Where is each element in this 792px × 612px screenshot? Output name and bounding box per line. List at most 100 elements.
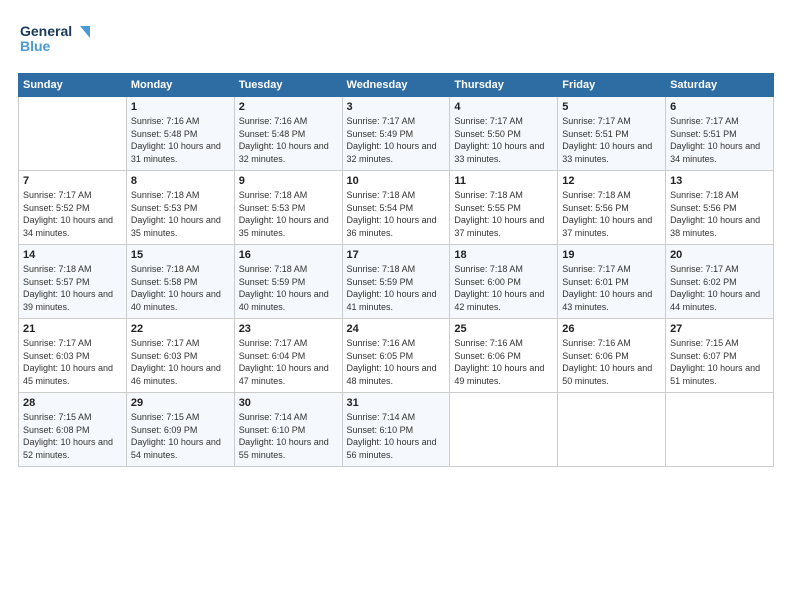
day-info: Sunrise: 7:18 AMSunset: 5:54 PMDaylight:… [347,189,446,239]
day-info: Sunrise: 7:16 AMSunset: 6:06 PMDaylight:… [562,337,661,387]
day-info: Sunrise: 7:14 AMSunset: 6:10 PMDaylight:… [347,411,446,461]
day-number: 20 [670,249,769,261]
day-cell: 21 Sunrise: 7:17 AMSunset: 6:03 PMDayligh… [19,319,127,393]
day-number: 10 [347,175,446,187]
calendar-table: SundayMondayTuesdayWednesdayThursdayFrid… [18,73,774,467]
day-cell: 6 Sunrise: 7:17 AMSunset: 5:51 PMDaylight… [666,97,774,171]
day-cell [450,393,558,467]
day-info: Sunrise: 7:15 AMSunset: 6:08 PMDaylight:… [23,411,122,461]
weekday-header-friday: Friday [558,74,666,97]
day-cell: 1Sunrise: 7:16 AMSunset: 5:48 PMDaylight… [126,97,234,171]
day-cell [558,393,666,467]
day-info: Sunrise: 7:15 AMSunset: 6:07 PMDaylight:… [670,337,769,387]
day-number: 5 [562,101,661,113]
day-number: 19 [562,249,661,261]
day-info: Sunrise: 7:17 AMSunset: 6:04 PMDaylight:… [239,337,338,387]
day-number: 8 [131,175,230,187]
day-cell: 10 Sunrise: 7:18 AMSunset: 5:54 PMDayligh… [342,171,450,245]
day-info: Sunrise: 7:17 AMSunset: 6:03 PMDaylight:… [131,337,230,387]
day-info: Sunrise: 7:17 AMSunset: 5:51 PMDaylight:… [562,115,661,165]
day-cell: 20 Sunrise: 7:17 AMSunset: 6:02 PMDayligh… [666,245,774,319]
day-number: 18 [454,249,553,261]
day-cell: 22 Sunrise: 7:17 AMSunset: 6:03 PMDayligh… [126,319,234,393]
day-info: Sunrise: 7:17 AMSunset: 6:02 PMDaylight:… [670,263,769,313]
weekday-header-wednesday: Wednesday [342,74,450,97]
day-number: 30 [239,397,338,409]
day-info: Sunrise: 7:18 AMSunset: 5:59 PMDaylight:… [347,263,446,313]
day-cell: 13 Sunrise: 7:18 AMSunset: 5:56 PMDayligh… [666,171,774,245]
week-row-5: 28Sunrise: 7:15 AMSunset: 6:08 PMDayligh… [19,393,774,467]
day-cell: 3Sunrise: 7:17 AMSunset: 5:49 PMDaylight… [342,97,450,171]
day-info: Sunrise: 7:16 AMSunset: 6:05 PMDaylight:… [347,337,446,387]
day-cell: 29Sunrise: 7:15 AMSunset: 6:09 PMDayligh… [126,393,234,467]
day-cell [666,393,774,467]
day-info: Sunrise: 7:17 AMSunset: 6:01 PMDaylight:… [562,263,661,313]
day-info: Sunrise: 7:18 AMSunset: 5:55 PMDaylight:… [454,189,553,239]
day-cell: 9Sunrise: 7:18 AMSunset: 5:53 PMDaylight… [234,171,342,245]
day-info: Sunrise: 7:18 AMSunset: 5:59 PMDaylight:… [239,263,338,313]
week-row-1: 1Sunrise: 7:16 AMSunset: 5:48 PMDaylight… [19,97,774,171]
calendar-container: General Blue SundayMondayTuesdayWednesda… [0,0,792,612]
day-cell: 25Sunrise: 7:16 AMSunset: 6:06 PMDayligh… [450,319,558,393]
day-cell: 18 Sunrise: 7:18 AMSunset: 6:00 PMDayligh… [450,245,558,319]
day-cell: 23 Sunrise: 7:17 AMSunset: 6:04 PMDayligh… [234,319,342,393]
day-number: 4 [454,101,553,113]
day-number: 16 [239,249,338,261]
day-number: 31 [347,397,446,409]
weekday-header-monday: Monday [126,74,234,97]
day-cell: 31 Sunrise: 7:14 AMSunset: 6:10 PMDayligh… [342,393,450,467]
weekday-header-thursday: Thursday [450,74,558,97]
logo-icon: General Blue [18,18,108,58]
day-info: Sunrise: 7:18 AMSunset: 5:56 PMDaylight:… [562,189,661,239]
day-number: 14 [23,249,122,261]
day-info: Sunrise: 7:17 AMSunset: 5:50 PMDaylight:… [454,115,553,165]
day-number: 24 [347,323,446,335]
day-info: Sunrise: 7:17 AMSunset: 5:52 PMDaylight:… [23,189,122,239]
day-cell: 4 Sunrise: 7:17 AMSunset: 5:50 PMDaylight… [450,97,558,171]
logo: General Blue [18,18,108,63]
day-info: Sunrise: 7:18 AMSunset: 5:57 PMDaylight:… [23,263,122,313]
day-number: 13 [670,175,769,187]
day-cell: 17Sunrise: 7:18 AMSunset: 5:59 PMDayligh… [342,245,450,319]
day-cell: 7 Sunrise: 7:17 AMSunset: 5:52 PMDaylight… [19,171,127,245]
day-number: 12 [562,175,661,187]
svg-text:General: General [20,23,72,39]
day-info: Sunrise: 7:18 AMSunset: 5:53 PMDaylight:… [131,189,230,239]
day-cell: 27 Sunrise: 7:15 AMSunset: 6:07 PMDayligh… [666,319,774,393]
day-number: 22 [131,323,230,335]
svg-text:Blue: Blue [20,38,51,54]
day-cell: 24 Sunrise: 7:16 AMSunset: 6:05 PMDayligh… [342,319,450,393]
day-cell: 16 Sunrise: 7:18 AMSunset: 5:59 PMDayligh… [234,245,342,319]
day-cell: 28Sunrise: 7:15 AMSunset: 6:08 PMDayligh… [19,393,127,467]
day-number: 27 [670,323,769,335]
day-info: Sunrise: 7:17 AMSunset: 6:03 PMDaylight:… [23,337,122,387]
day-cell: 15Sunrise: 7:18 AMSunset: 5:58 PMDayligh… [126,245,234,319]
day-cell: 30Sunrise: 7:14 AMSunset: 6:10 PMDayligh… [234,393,342,467]
day-cell: 2 Sunrise: 7:16 AMSunset: 5:48 PMDaylight… [234,97,342,171]
day-number: 2 [239,101,338,113]
day-cell: 19 Sunrise: 7:17 AMSunset: 6:01 PMDayligh… [558,245,666,319]
week-row-3: 14 Sunrise: 7:18 AMSunset: 5:57 PMDayligh… [19,245,774,319]
header: General Blue [18,18,774,63]
day-cell: 12 Sunrise: 7:18 AMSunset: 5:56 PMDayligh… [558,171,666,245]
day-number: 26 [562,323,661,335]
day-info: Sunrise: 7:16 AMSunset: 5:48 PMDaylight:… [239,115,338,165]
day-info: Sunrise: 7:18 AMSunset: 5:56 PMDaylight:… [670,189,769,239]
day-cell: 26 Sunrise: 7:16 AMSunset: 6:06 PMDayligh… [558,319,666,393]
weekday-header-saturday: Saturday [666,74,774,97]
day-number: 11 [454,175,553,187]
day-number: 23 [239,323,338,335]
day-cell: 8 Sunrise: 7:18 AMSunset: 5:53 PMDaylight… [126,171,234,245]
week-row-4: 21 Sunrise: 7:17 AMSunset: 6:03 PMDayligh… [19,319,774,393]
day-info: Sunrise: 7:18 AMSunset: 6:00 PMDaylight:… [454,263,553,313]
day-number: 6 [670,101,769,113]
weekday-header-row: SundayMondayTuesdayWednesdayThursdayFrid… [19,74,774,97]
day-info: Sunrise: 7:16 AMSunset: 6:06 PMDaylight:… [454,337,553,387]
day-info: Sunrise: 7:17 AMSunset: 5:51 PMDaylight:… [670,115,769,165]
day-info: Sunrise: 7:16 AMSunset: 5:48 PMDaylight:… [131,115,230,165]
day-number: 21 [23,323,122,335]
day-number: 29 [131,397,230,409]
day-number: 9 [239,175,338,187]
week-row-2: 7 Sunrise: 7:17 AMSunset: 5:52 PMDaylight… [19,171,774,245]
day-number: 7 [23,175,122,187]
